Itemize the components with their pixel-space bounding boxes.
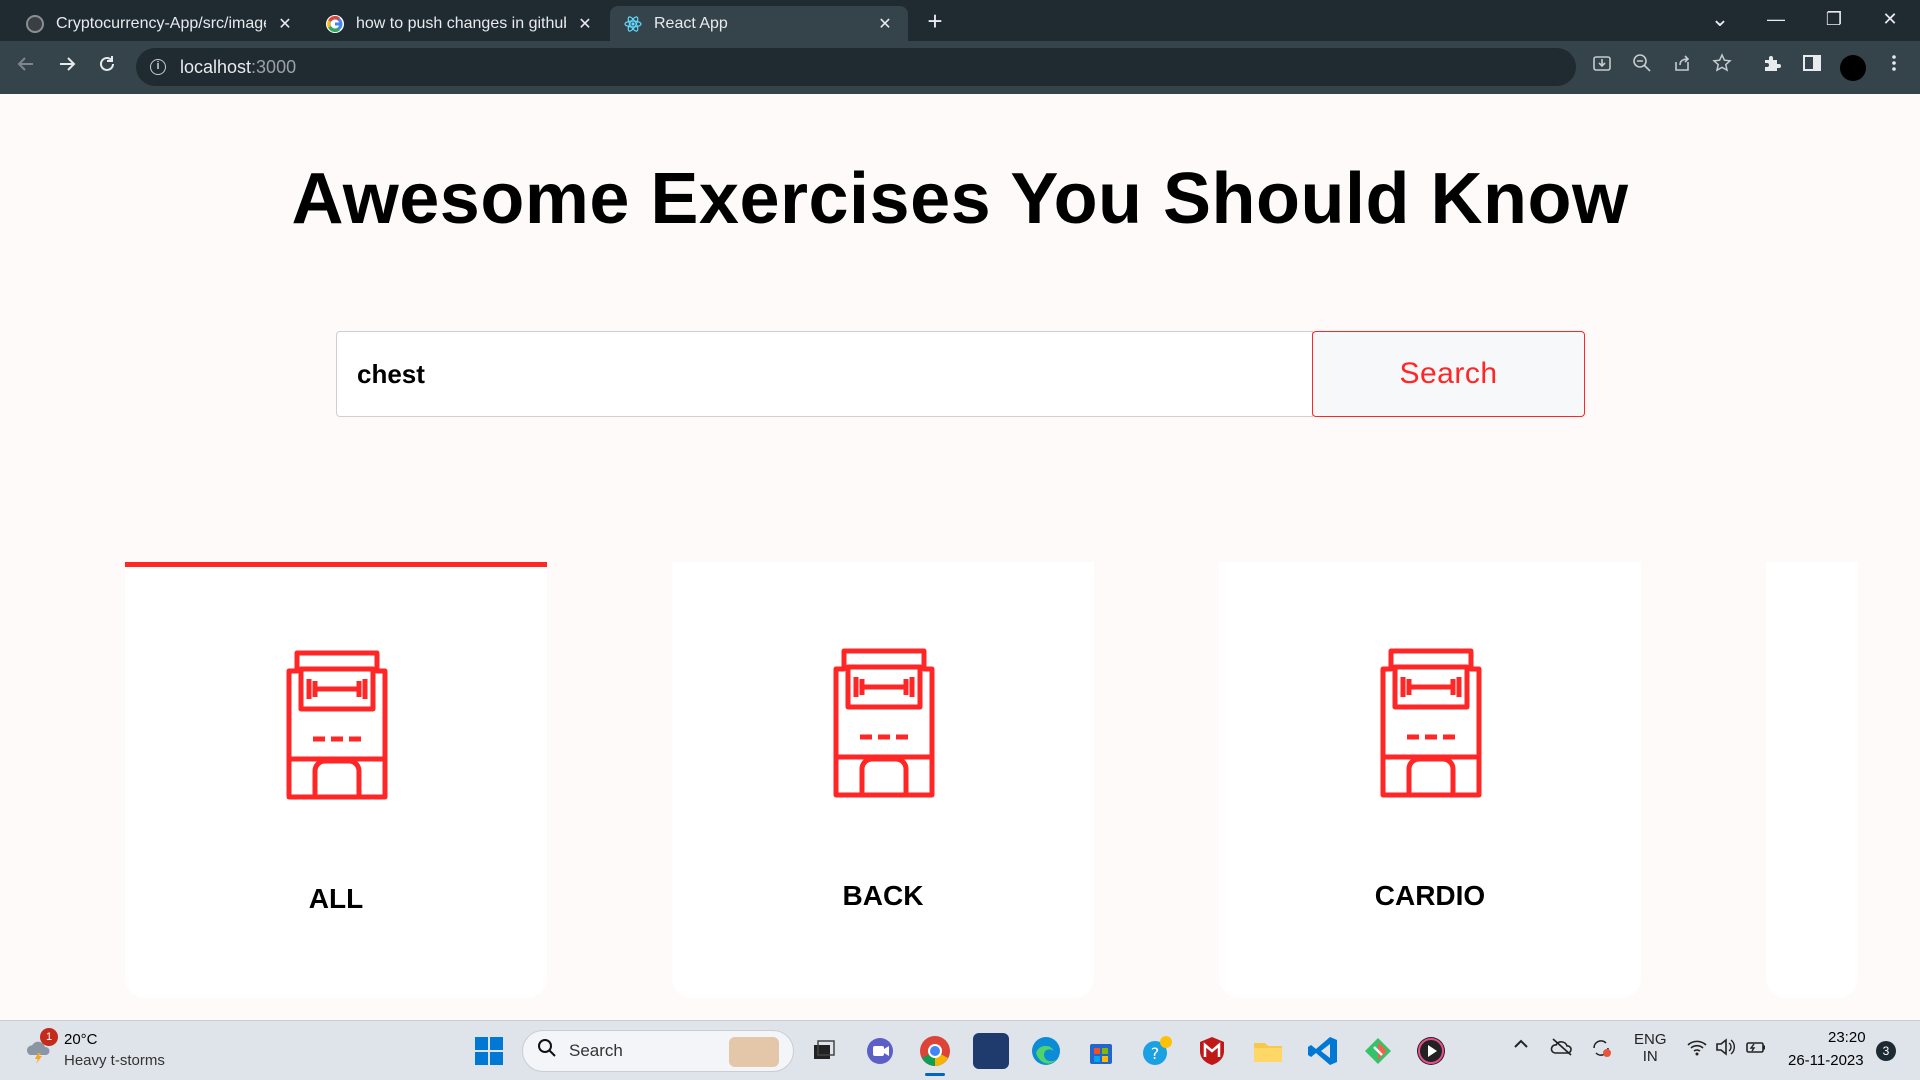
search-highlight-image bbox=[729, 1037, 779, 1067]
tab-github-search[interactable]: how to push changes in github ✕ bbox=[312, 6, 608, 41]
bookmark-star-icon[interactable] bbox=[1708, 53, 1736, 81]
vscode-icon[interactable] bbox=[1305, 1033, 1341, 1069]
windows-start-icon[interactable] bbox=[474, 1036, 504, 1066]
wifi-icon[interactable] bbox=[1686, 1037, 1708, 1062]
back-button[interactable] bbox=[10, 52, 42, 84]
close-icon[interactable]: ✕ bbox=[876, 14, 894, 34]
share-icon[interactable] bbox=[1668, 53, 1696, 81]
file-explorer-icon[interactable] bbox=[1250, 1033, 1286, 1069]
sync-icon[interactable] bbox=[1590, 1037, 1612, 1064]
search-icon bbox=[537, 1038, 557, 1064]
clock-date[interactable]: 26-11-2023 bbox=[1788, 1052, 1864, 1069]
react-icon bbox=[624, 15, 642, 33]
tab-title: Cryptocurrency-App/src/images bbox=[56, 14, 266, 32]
category-card-all[interactable]: ALL bbox=[125, 562, 547, 998]
task-view-icon[interactable] bbox=[806, 1033, 842, 1069]
tab-react-app[interactable]: React App ✕ bbox=[610, 6, 908, 41]
browser-toolbar: i localhost:3000 bbox=[0, 41, 1920, 94]
tab-title: React App bbox=[654, 14, 728, 32]
taskbar-search-label: Search bbox=[569, 1041, 623, 1060]
tab-title: how to push changes in github bbox=[356, 14, 566, 32]
chrome-icon[interactable] bbox=[917, 1033, 953, 1076]
category-label: ALL bbox=[308, 883, 364, 914]
menu-kebab-icon[interactable] bbox=[1880, 53, 1908, 81]
app-icon[interactable] bbox=[973, 1033, 1009, 1069]
extensions-icon[interactable] bbox=[1758, 53, 1786, 81]
page-headline: Awesome Exercises You Should Know bbox=[291, 159, 1629, 239]
tab-search-button[interactable]: ⌄ bbox=[1692, 0, 1748, 38]
language-indicator[interactable]: ENG IN bbox=[1634, 1031, 1667, 1065]
google-icon bbox=[326, 14, 344, 33]
svg-text:?: ? bbox=[1151, 1044, 1160, 1063]
media-player-icon[interactable] bbox=[1413, 1033, 1449, 1069]
git-tool-icon[interactable] bbox=[1360, 1033, 1396, 1069]
close-icon[interactable]: ✕ bbox=[576, 14, 594, 34]
address-bar[interactable]: i localhost:3000 bbox=[136, 48, 1576, 86]
notification-badge[interactable]: 3 bbox=[1876, 1041, 1896, 1061]
category-card-back[interactable]: BACK bbox=[672, 562, 1094, 998]
search-button[interactable]: Search bbox=[1312, 331, 1585, 417]
category-label: BACK bbox=[842, 880, 924, 911]
category-card-partial[interactable] bbox=[1766, 562, 1858, 998]
active-indicator bbox=[925, 1073, 945, 1076]
install-icon[interactable] bbox=[1588, 53, 1616, 81]
side-panel-icon[interactable] bbox=[1798, 53, 1826, 81]
arrow-right-icon bbox=[60, 57, 76, 71]
close-icon[interactable]: ✕ bbox=[276, 14, 294, 34]
page-content: Awesome Exercises You Should Know Search… bbox=[0, 94, 1920, 1020]
mcafee-icon[interactable] bbox=[1194, 1033, 1230, 1069]
github-icon bbox=[26, 14, 44, 33]
windows-taskbar: 1 20°C Heavy t-storms Search ? ENG IN 23… bbox=[0, 1020, 1920, 1080]
taskbar-search[interactable]: Search bbox=[522, 1030, 794, 1072]
gym-icon bbox=[286, 650, 388, 800]
region-code: IN bbox=[1642, 1048, 1658, 1065]
language-code: ENG bbox=[1634, 1031, 1667, 1048]
window-close-button[interactable]: ✕ bbox=[1862, 0, 1918, 38]
onedrive-offline-icon[interactable] bbox=[1550, 1037, 1574, 1062]
battery-icon[interactable] bbox=[1744, 1037, 1768, 1062]
gym-icon bbox=[1380, 648, 1482, 798]
minimize-button[interactable]: — bbox=[1748, 0, 1804, 38]
gym-icon bbox=[833, 648, 935, 798]
edge-icon[interactable] bbox=[1028, 1033, 1064, 1069]
help-icon[interactable]: ? bbox=[1139, 1033, 1175, 1069]
restore-button[interactable]: ❐ bbox=[1806, 0, 1862, 38]
exercise-search-input[interactable] bbox=[336, 331, 1313, 417]
reload-button[interactable] bbox=[91, 52, 123, 84]
volume-icon[interactable] bbox=[1714, 1037, 1736, 1062]
store-icon[interactable] bbox=[1083, 1033, 1119, 1069]
weather-description[interactable]: Heavy t-storms bbox=[64, 1052, 165, 1069]
clock-time[interactable]: 23:20 bbox=[1828, 1029, 1866, 1046]
tab-cryptocurrency-app[interactable]: Cryptocurrency-App/src/images ✕ bbox=[12, 6, 308, 41]
forward-button[interactable] bbox=[51, 52, 83, 84]
category-label: CARDIO bbox=[1374, 880, 1486, 911]
browser-tabstrip: Cryptocurrency-App/src/images ✕ how to p… bbox=[0, 0, 1920, 41]
teams-chat-icon[interactable] bbox=[862, 1033, 898, 1069]
reload-icon bbox=[100, 56, 114, 71]
weather-alert-badge: 1 bbox=[40, 1028, 58, 1046]
new-tab-button[interactable]: + bbox=[920, 6, 950, 36]
url-host: localhost bbox=[180, 56, 252, 77]
url-port: :3000 bbox=[251, 56, 297, 77]
category-card-cardio[interactable]: CARDIO bbox=[1219, 562, 1641, 998]
profile-avatar[interactable] bbox=[1840, 55, 1866, 81]
chevron-up-icon[interactable] bbox=[1512, 1035, 1530, 1059]
info-icon[interactable]: i bbox=[150, 59, 166, 75]
arrow-left-icon bbox=[17, 57, 33, 71]
weather-temperature[interactable]: 20°C bbox=[64, 1031, 98, 1048]
zoom-icon[interactable] bbox=[1628, 53, 1656, 81]
